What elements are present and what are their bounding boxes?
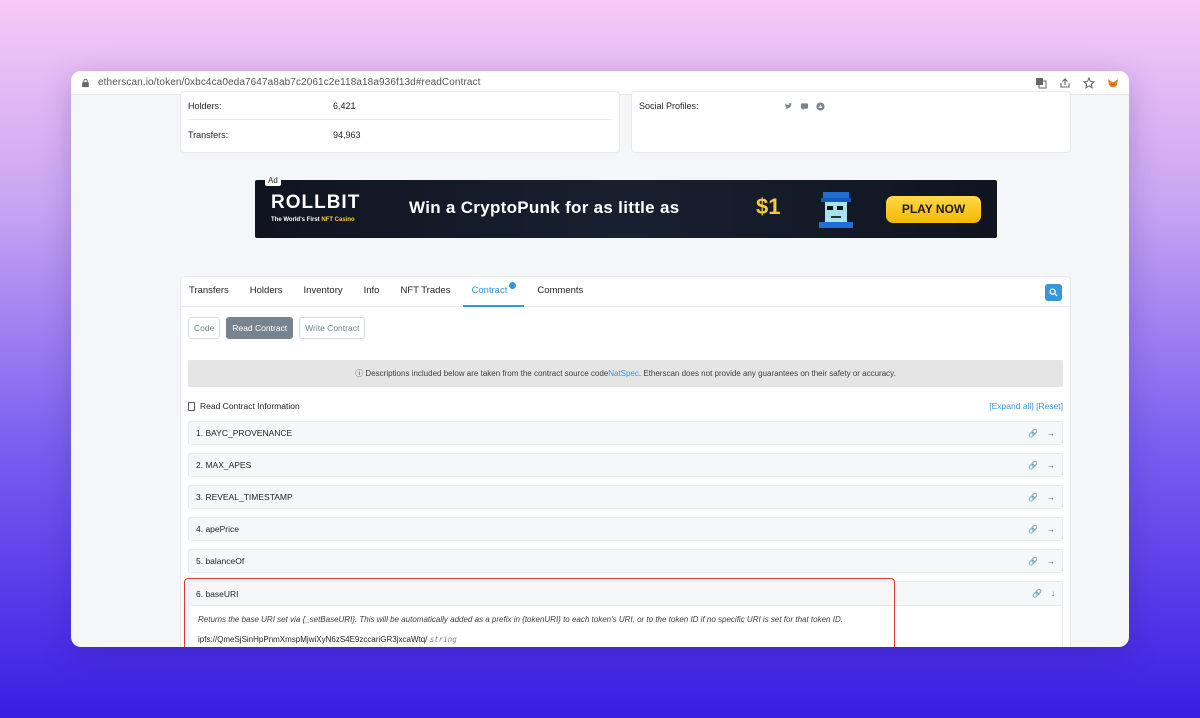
ad-headline: Win a CryptoPunk for as little as: [409, 198, 680, 217]
function-row[interactable]: 3. REVEAL_TIMESTAMP 🔗 →: [188, 485, 1063, 509]
share-icon[interactable]: [1059, 77, 1071, 89]
ad-tagline-prefix: The World's First: [271, 217, 320, 223]
tab-info[interactable]: Info: [364, 277, 380, 307]
subtab-code[interactable]: Code: [188, 317, 221, 339]
notice-prefix: ⓘ Descriptions included below are taken …: [355, 369, 609, 378]
tab-contract-label: Contract: [471, 284, 508, 296]
read-contract-info-title: Read Contract Information: [200, 401, 300, 411]
subtab-write-contract[interactable]: Write Contract: [299, 317, 366, 339]
discord-icon[interactable]: [800, 102, 809, 111]
read-contract-info-header: Read Contract Information [Expand all] […: [181, 387, 1070, 411]
tab-nft-trades[interactable]: NFT Trades: [400, 277, 450, 307]
natspec-link[interactable]: NatSpec: [608, 369, 639, 378]
expand-all-link[interactable]: [Expand all]: [989, 401, 1033, 411]
expanded-function-baseuri: 6. baseURI 🔗 ↓ Returns the base URI set v…: [188, 581, 1063, 647]
translate-icon[interactable]: [1035, 77, 1047, 89]
function-description: Returns the base URI set via {_setBaseUR…: [198, 615, 843, 624]
function-row[interactable]: 5. balanceOf 🔗 →: [188, 549, 1063, 573]
url-text[interactable]: etherscan.io/token/0xbc4ca0eda7647a8ab7c…: [98, 77, 481, 88]
tab-transfers[interactable]: Transfers: [189, 277, 229, 307]
function-name: 6. baseURI: [196, 588, 239, 599]
search-button[interactable]: [1045, 284, 1062, 301]
function-name: 5. balanceOf: [196, 556, 245, 566]
tab-contract[interactable]: Contract: [463, 277, 525, 307]
tab-inventory[interactable]: Inventory: [304, 277, 343, 307]
natspec-notice: ⓘ Descriptions included below are taken …: [188, 360, 1063, 387]
token-tabs-card: Transfers Holders Inventory Info NFT Tra…: [180, 276, 1071, 647]
opensea-icon[interactable]: [816, 101, 825, 111]
twitter-icon[interactable]: [784, 102, 793, 111]
arrow-right-icon[interactable]: →: [1047, 525, 1055, 534]
document-icon: [188, 401, 195, 411]
link-icon[interactable]: 🔗: [1032, 589, 1042, 598]
ad-tagline: The World's First NFT Casino: [271, 217, 355, 223]
link-icon[interactable]: 🔗: [1028, 557, 1038, 566]
play-now-button[interactable]: PLAY NOW: [886, 196, 981, 223]
cryptopunk-image: [819, 192, 853, 228]
link-icon[interactable]: 🔗: [1028, 525, 1038, 534]
social-profiles-label: Social Profiles:: [639, 101, 699, 111]
arrow-right-icon[interactable]: →: [1047, 461, 1055, 470]
function-name: 1. BAYC_PROVENANCE: [196, 428, 293, 438]
subtab-read-contract[interactable]: Read Contract: [226, 317, 294, 339]
browser-window: etherscan.io/token/0xbc4ca0eda7647a8ab7c…: [71, 71, 1129, 647]
tab-comments[interactable]: Comments: [537, 277, 583, 307]
function-row[interactable]: 1. BAYC_PROVENANCE 🔗 →: [188, 421, 1063, 445]
reset-link[interactable]: [Reset]: [1036, 401, 1063, 411]
header-links: [Expand all] [Reset]: [989, 401, 1063, 411]
contract-subtabs: Code Read Contract Write Contract: [181, 307, 1070, 339]
arrow-right-icon[interactable]: →: [1047, 493, 1055, 502]
notice-suffix: . Etherscan does not provide any guarant…: [638, 369, 896, 378]
arrow-right-icon[interactable]: →: [1047, 429, 1055, 438]
holders-label: Holders:: [188, 100, 222, 111]
result-value: ipfs://QmeSjSinHpPnmXmspMjwiXyN6zS4E9zcc…: [198, 635, 428, 644]
result-type: string: [429, 635, 457, 644]
link-icon[interactable]: 🔗: [1028, 429, 1038, 438]
function-list: 1. BAYC_PROVENANCE 🔗 → 2. MAX_APES 🔗 → 3. …: [181, 411, 1070, 647]
function-row[interactable]: 4. apePrice 🔗 →: [188, 517, 1063, 541]
social-profiles-row: Social Profiles:: [639, 92, 1063, 120]
lock-icon: [82, 78, 89, 87]
ad-price: $1: [756, 194, 781, 219]
arrow-right-icon[interactable]: →: [1047, 557, 1055, 566]
ad-tag: Ad: [265, 176, 281, 186]
function-name: 3. REVEAL_TIMESTAMP: [196, 492, 293, 502]
link-icon[interactable]: 🔗: [1028, 493, 1038, 502]
function-name: 4. apePrice: [196, 524, 239, 534]
function-row[interactable]: 2. MAX_APES 🔗 →: [188, 453, 1063, 477]
token-stats-card: Holders: 6,421 Transfers: 94,963: [180, 91, 620, 153]
function-result: ipfs://QmeSjSinHpPnmXmspMjwiXyN6zS4E9zcc…: [189, 624, 1062, 647]
search-icon: [1049, 288, 1058, 297]
transfers-label: Transfers:: [188, 130, 229, 140]
ad-logo: ROLLBIT: [271, 192, 361, 213]
metamask-fox-icon[interactable]: [1107, 77, 1119, 89]
link-icon[interactable]: 🔗: [1028, 461, 1038, 470]
arrow-down-icon[interactable]: ↓: [1051, 589, 1055, 598]
tab-holders[interactable]: Holders: [250, 277, 283, 307]
page-content: Holders: 6,421 Transfers: 94,963 Social …: [71, 91, 1129, 647]
token-profile-card: Social Profiles:: [631, 91, 1071, 153]
bookmark-star-icon[interactable]: [1083, 76, 1095, 89]
transfers-value: 94,963: [333, 130, 361, 140]
token-tab-bar: Transfers Holders Inventory Info NFT Tra…: [181, 277, 1070, 307]
ad-tagline-highlight: NFT Casino: [321, 217, 355, 223]
holders-value: 6,421: [333, 100, 356, 111]
function-name: 2. MAX_APES: [196, 460, 252, 470]
verified-check-icon: [509, 281, 517, 289]
holders-row: Holders: 6,421: [188, 92, 612, 120]
function-row[interactable]: 6. baseURI 🔗 ↓: [189, 582, 1062, 606]
rollbit-ad-banner[interactable]: Ad ROLLBIT The World's First NFT Casino …: [255, 176, 997, 238]
transfers-row: Transfers: 94,963: [181, 120, 619, 150]
